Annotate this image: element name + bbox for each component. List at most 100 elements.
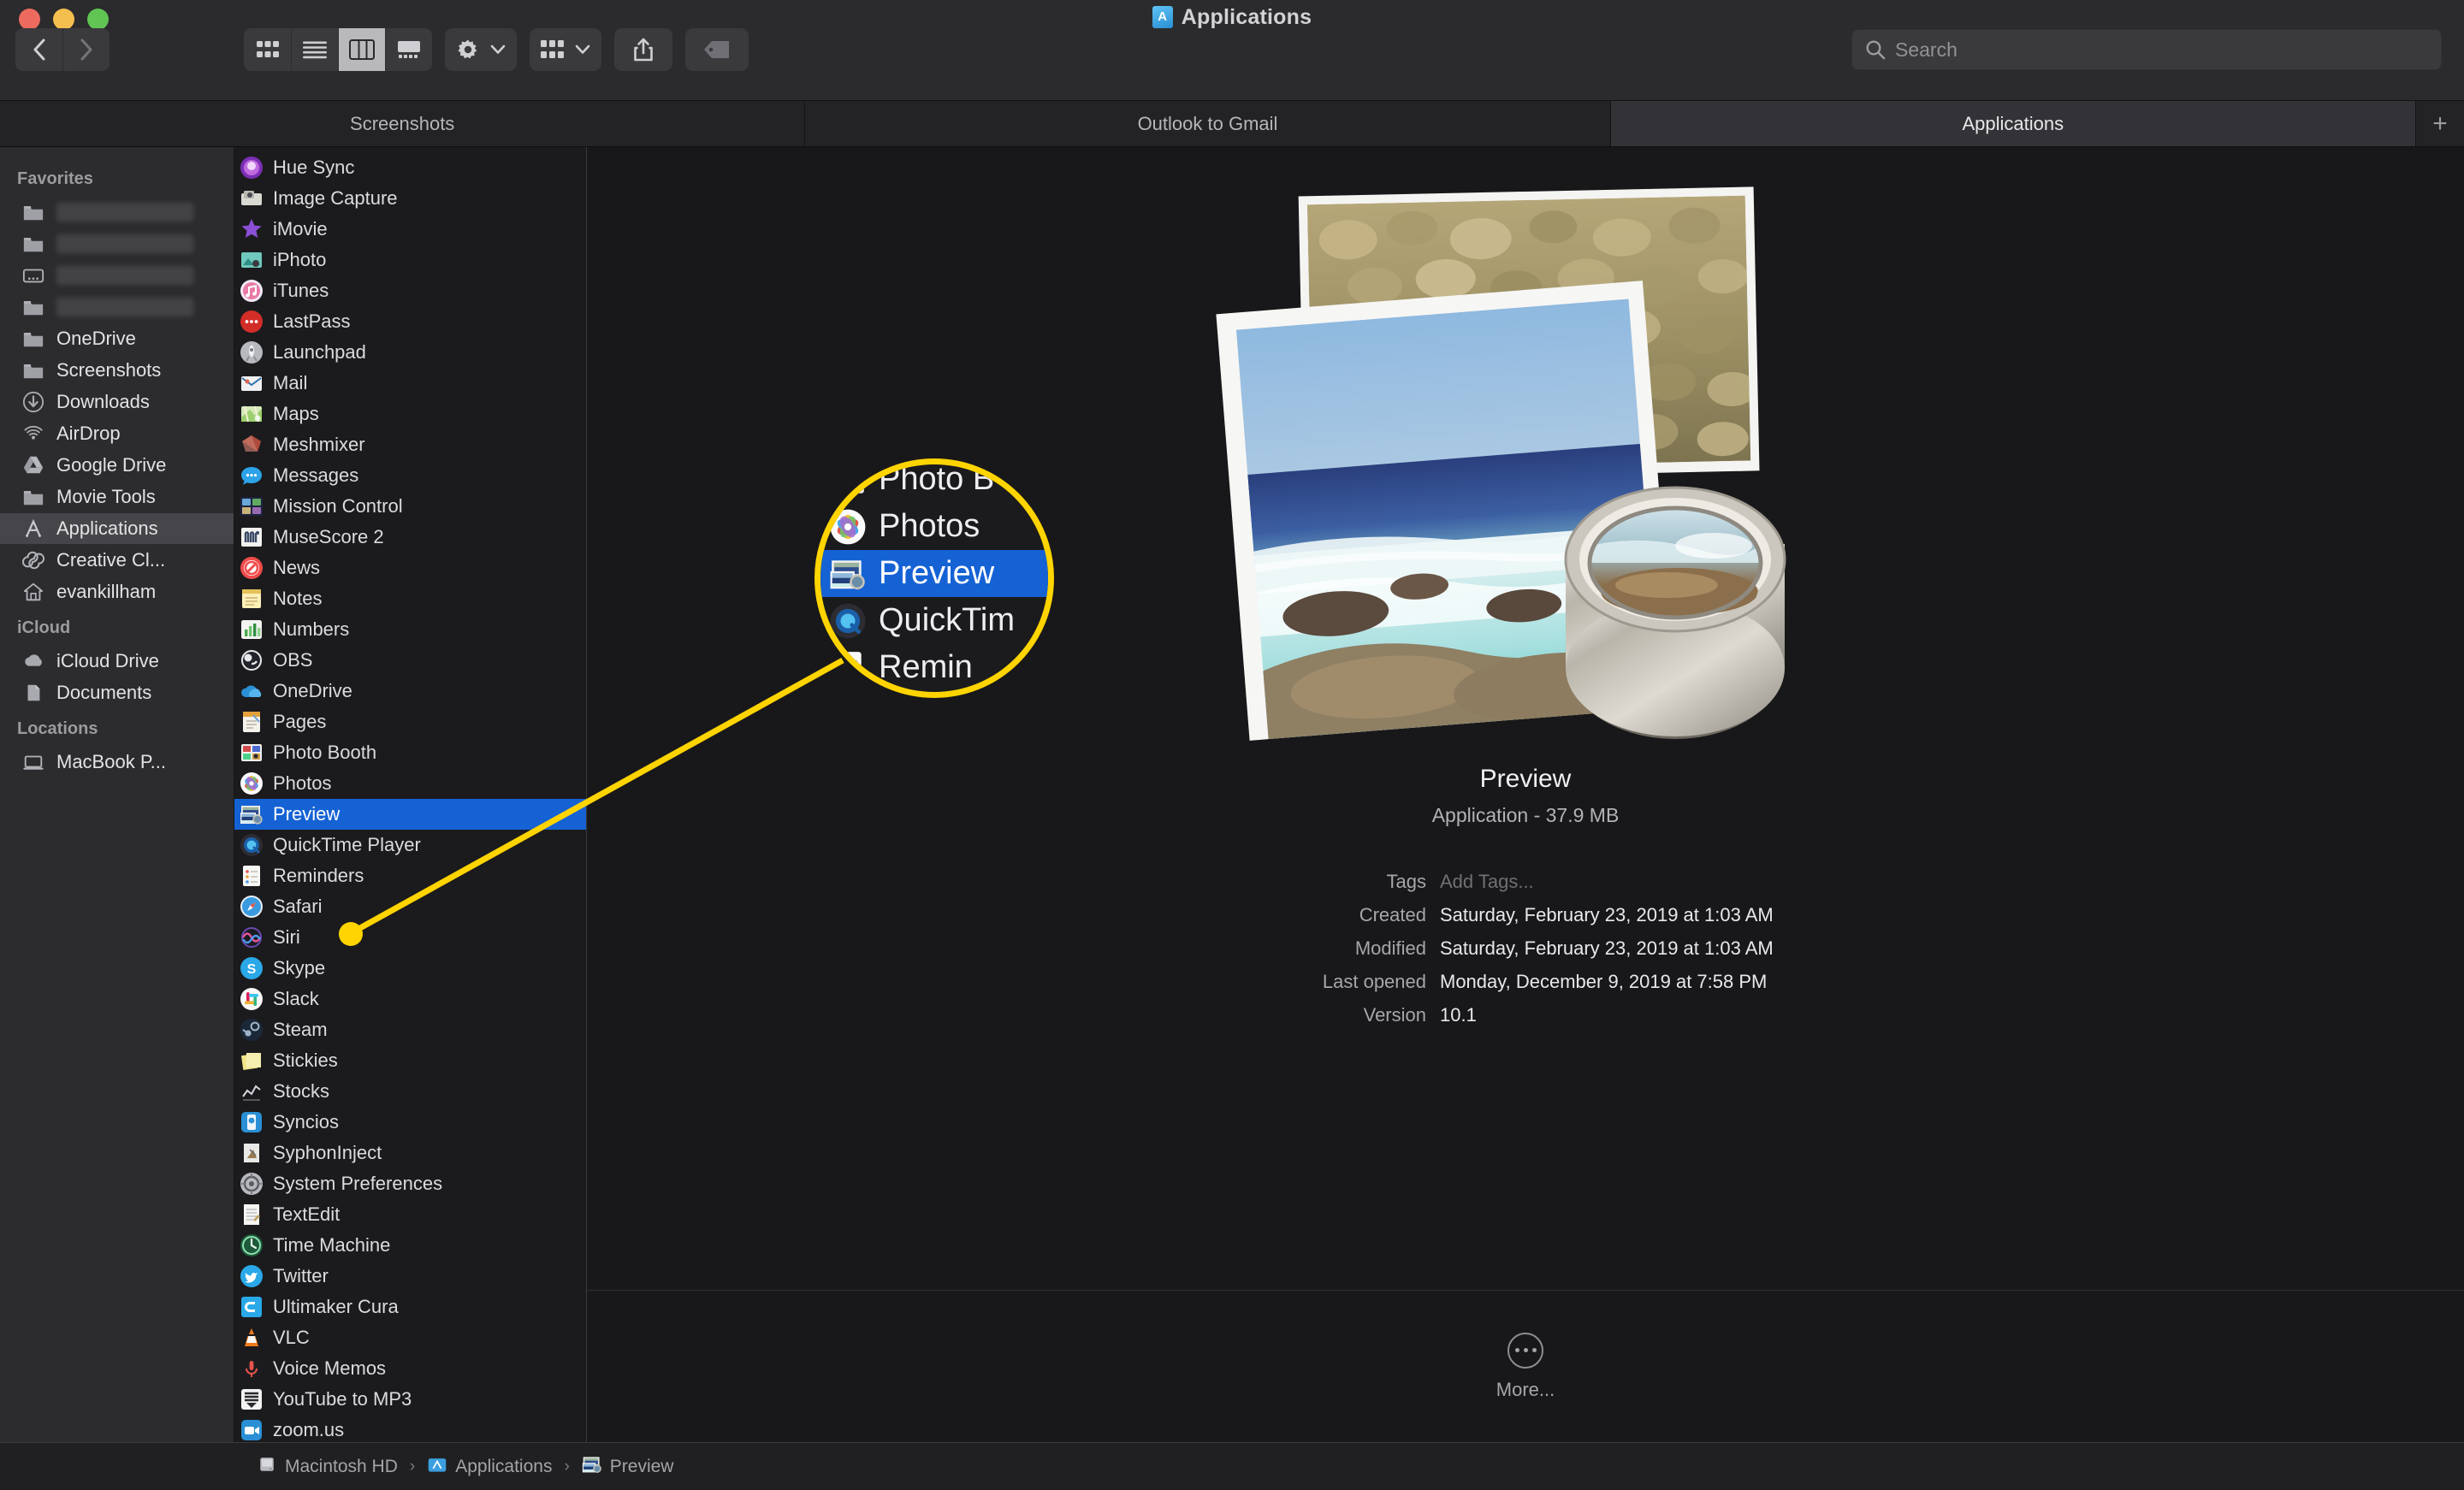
quicktime-icon (240, 833, 264, 857)
sidebar-item-airdrop[interactable]: AirDrop (0, 418, 234, 449)
file-row-hue-sync[interactable]: Hue Sync (234, 152, 586, 183)
file-row-steam[interactable]: Steam (234, 1014, 586, 1045)
breadcrumb-applications[interactable]: Applications (427, 1454, 552, 1480)
file-row-lastpass[interactable]: LastPass (234, 306, 586, 337)
file-row-news[interactable]: News (234, 553, 586, 583)
sidebar-item-label (56, 266, 193, 285)
tab-bar: Screenshots Outlook to Gmail Application… (0, 101, 2464, 147)
stocks-icon (240, 1079, 264, 1103)
breadcrumb-preview[interactable]: Preview (582, 1454, 673, 1480)
back-button[interactable] (15, 28, 62, 71)
file-row-time-machine[interactable]: Time Machine (234, 1230, 586, 1261)
file-row-syncios[interactable]: Syncios (234, 1107, 586, 1138)
file-row-syphoninject[interactable]: SyphonInject (234, 1138, 586, 1168)
file-row-ultimaker-cura[interactable]: Ultimaker Cura (234, 1292, 586, 1322)
file-row-launchpad[interactable]: Launchpad (234, 337, 586, 368)
tab-applications[interactable]: Applications (1610, 101, 2416, 146)
file-list-column[interactable]: Hue Sync Image Capture iMovie iPhoto iTunes L… (234, 147, 587, 1442)
sidebar-item-redacted-2[interactable] (0, 260, 234, 291)
sidebar-item-movie-tools[interactable]: Movie Tools (0, 482, 234, 512)
file-row-pages[interactable]: Pages (234, 707, 586, 737)
quicktime-icon (829, 602, 867, 640)
file-row-label: Stickies (273, 1050, 338, 1071)
file-row-image-capture[interactable]: Image Capture (234, 183, 586, 214)
file-row-textedit[interactable]: TextEdit (234, 1199, 586, 1230)
sidebar-item-redacted-0[interactable] (0, 197, 234, 228)
file-row-photo-booth[interactable]: Photo Booth (234, 737, 586, 768)
file-row-label: Photo Booth (273, 742, 377, 763)
file-row-safari[interactable]: Safari (234, 891, 586, 922)
file-row-notes[interactable]: Notes (234, 583, 586, 614)
icon-view-button[interactable] (244, 28, 291, 71)
file-row-skype[interactable]: S Skype (234, 953, 586, 984)
tags-button[interactable] (685, 28, 749, 71)
file-row-label: LastPass (273, 310, 351, 332)
file-row-stickies[interactable]: Stickies (234, 1045, 586, 1076)
file-row-vlc[interactable]: VLC (234, 1322, 586, 1353)
file-row-voice-memos[interactable]: Voice Memos (234, 1353, 586, 1384)
sidebar-item-screenshots[interactable]: Screenshots (0, 355, 234, 386)
file-row-onedrive[interactable]: OneDrive (234, 676, 586, 707)
metadata-key: Version (1363, 1004, 1426, 1026)
file-row-mission-control[interactable]: Mission Control (234, 491, 586, 522)
sidebar-item-google-drive[interactable]: Google Drive (0, 450, 234, 481)
metadata-value: Saturday, February 23, 2019 at 1:03 AM (1440, 904, 1774, 925)
sidebar-item-applications[interactable]: Applications (0, 513, 234, 544)
file-row-quicktime-player[interactable]: QuickTime Player (234, 830, 586, 860)
more-section[interactable]: More... (587, 1290, 2464, 1442)
sidebar-item-label: Downloads (56, 391, 150, 412)
file-row-slack[interactable]: Slack (234, 984, 586, 1014)
sidebar-item-downloads[interactable]: Downloads (0, 387, 234, 417)
downloads-icon (21, 389, 46, 415)
tab-screenshots[interactable]: Screenshots (0, 101, 806, 146)
sidebar-item-label: iCloud Drive (56, 650, 159, 671)
file-row-siri[interactable]: Siri (234, 922, 586, 953)
itunes-icon (240, 279, 264, 303)
share-button[interactable] (614, 28, 672, 71)
file-row-maps[interactable]: Maps (234, 399, 586, 429)
numbers-icon (240, 618, 264, 642)
tab-outlook-to-gmail[interactable]: Outlook to Gmail (805, 101, 1611, 146)
search-field[interactable]: Search (1851, 29, 2442, 70)
action-gear-menu[interactable] (445, 28, 517, 71)
file-row-itunes[interactable]: iTunes (234, 275, 586, 306)
file-row-zoom-us[interactable]: zoom.us (234, 1415, 586, 1442)
column-view-button[interactable] (338, 28, 385, 71)
file-row-mail[interactable]: Mail (234, 368, 586, 399)
sidebar-item-onedrive[interactable]: OneDrive (0, 323, 234, 354)
callout-row-label: Preview (879, 555, 995, 591)
sidebar-item-redacted-1[interactable] (0, 228, 234, 259)
file-row-imovie[interactable]: iMovie (234, 214, 586, 245)
file-row-twitter[interactable]: Twitter (234, 1261, 586, 1292)
sidebar-item-evankillham[interactable]: evankillham (0, 576, 234, 607)
file-row-messages[interactable]: Messages (234, 460, 586, 491)
file-row-numbers[interactable]: Numbers (234, 614, 586, 645)
forward-button[interactable] (62, 28, 110, 71)
sidebar-item-macbook-p[interactable]: MacBook P... (0, 747, 234, 778)
file-row-youtube-to-mp3[interactable]: YouTube to MP3 (234, 1384, 586, 1415)
file-row-stocks[interactable]: Stocks (234, 1076, 586, 1107)
sidebar-item-creative-cl[interactable]: Creative Cl... (0, 545, 234, 576)
zoom-us-icon (240, 1418, 264, 1442)
file-row-label: Meshmixer (273, 434, 365, 455)
metadata-value[interactable]: Add Tags... (1440, 868, 1534, 896)
sidebar-item-redacted-3[interactable] (0, 292, 234, 322)
skype-icon: S (240, 956, 264, 980)
file-row-label: Siri (273, 926, 300, 948)
breadcrumb-macintosh-hd[interactable]: Macintosh HD (257, 1454, 398, 1480)
group-by-menu[interactable] (530, 28, 601, 71)
sidebar-item-documents[interactable]: Documents (0, 677, 234, 708)
sidebar-item-icloud-drive[interactable]: iCloud Drive (0, 646, 234, 677)
list-view-button[interactable] (291, 28, 338, 71)
file-row-meshmixer[interactable]: Meshmixer (234, 429, 586, 460)
file-row-iphoto[interactable]: iPhoto (234, 245, 586, 275)
view-mode-segmented-control (244, 28, 432, 71)
file-row-obs[interactable]: OBS (234, 645, 586, 676)
new-tab-button[interactable]: + (2415, 101, 2464, 146)
gallery-view-button[interactable] (385, 28, 432, 71)
file-row-system-preferences[interactable]: System Preferences (234, 1168, 586, 1199)
file-row-preview[interactable]: Preview (234, 799, 586, 830)
file-row-reminders[interactable]: Reminders (234, 860, 586, 891)
file-row-musescore-2[interactable]: MuseScore 2 (234, 522, 586, 553)
file-row-photos[interactable]: Photos (234, 768, 586, 799)
